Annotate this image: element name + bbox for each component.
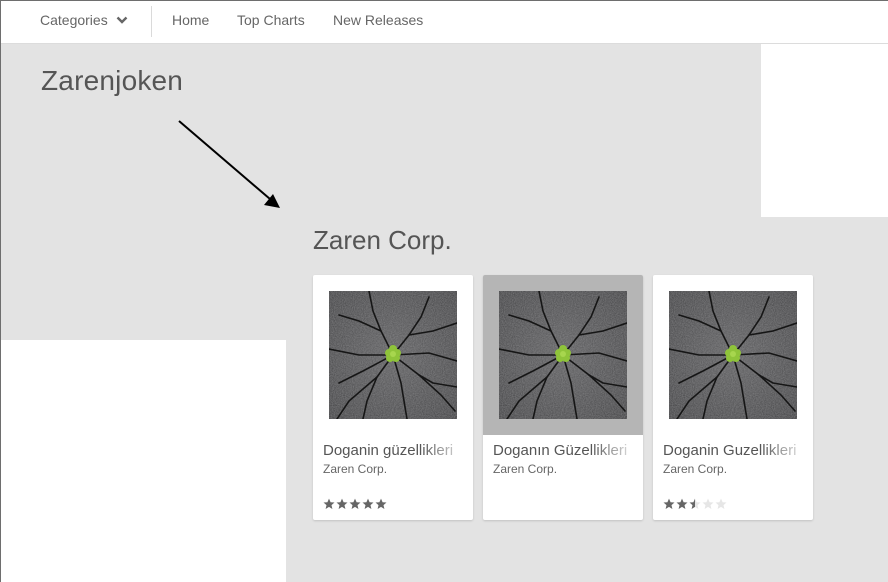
star-icon — [336, 498, 348, 509]
developer-title: Zarenjoken — [41, 65, 184, 96]
app-developer[interactable]: Zaren Corp. — [493, 462, 557, 476]
blank-region-bottom-left — [1, 340, 286, 582]
arrow-icon — [178, 120, 280, 208]
nav-home[interactable]: Home — [172, 12, 209, 28]
app-title[interactable]: Doganın Güzellikleri — [493, 442, 633, 459]
nav-divider — [151, 6, 152, 37]
app-card[interactable]: Doganın Güzellikleri Zaren Corp. — [483, 275, 643, 520]
top-navigation: Categories Home Top Charts New Releases — [1, 1, 888, 44]
chevron-down-icon[interactable] — [116, 16, 128, 25]
star-icon — [375, 498, 387, 509]
card-thumbnail-area — [483, 275, 643, 435]
star-icon — [702, 498, 714, 509]
card-thumbnail-area — [653, 275, 813, 435]
star-icon — [689, 498, 701, 509]
app-card[interactable]: Doganin güzellikleri Zaren Corp. — [313, 275, 473, 520]
star-icon — [715, 498, 727, 509]
app-title[interactable]: Doganin Guzellikleri — [663, 442, 803, 459]
app-card[interactable]: Doganin Guzellikleri Zaren Corp. — [653, 275, 813, 520]
nav-new-releases[interactable]: New Releases — [333, 12, 423, 28]
star-icon — [663, 498, 675, 509]
star-icon — [323, 498, 335, 509]
card-thumbnail-area — [313, 275, 473, 435]
app-developer[interactable]: Zaren Corp. — [323, 462, 387, 476]
star-rating — [663, 498, 727, 510]
star-icon — [349, 498, 361, 509]
star-icon — [362, 498, 374, 509]
section-title: Zaren Corp. — [313, 225, 452, 255]
cracked-asphalt-sprout-image — [329, 291, 457, 419]
app-title[interactable]: Doganin güzellikleri — [323, 442, 463, 459]
star-rating — [323, 498, 387, 510]
star-icon — [676, 498, 688, 509]
nav-top-charts[interactable]: Top Charts — [237, 12, 305, 28]
blank-region-top-right — [761, 44, 888, 217]
cracked-asphalt-sprout-image — [499, 291, 627, 419]
nav-categories[interactable]: Categories — [40, 12, 108, 28]
app-developer[interactable]: Zaren Corp. — [663, 462, 727, 476]
cracked-asphalt-sprout-image — [669, 291, 797, 419]
